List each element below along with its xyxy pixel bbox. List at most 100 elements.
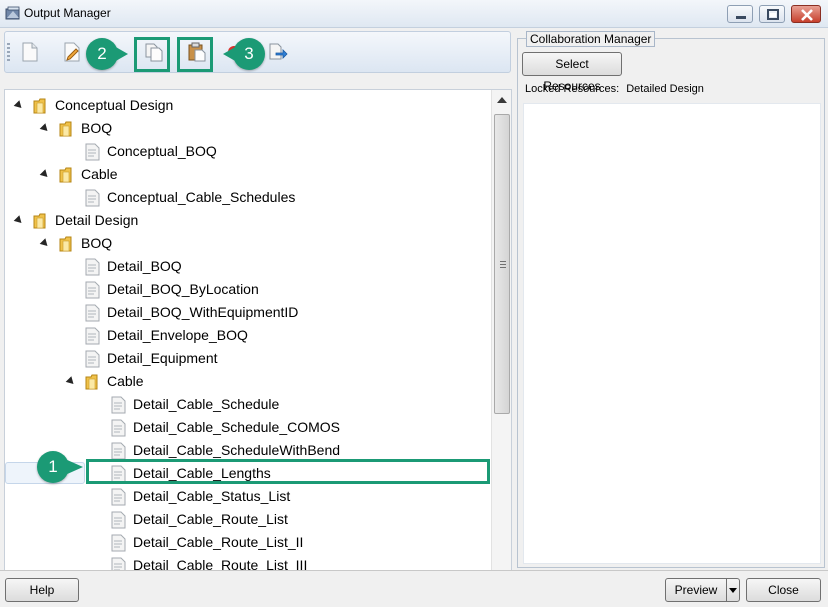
scroll-up-icon[interactable]: [497, 97, 507, 103]
toolbar-grip[interactable]: [7, 43, 10, 61]
tree-report-item[interactable]: Detail_Envelope_BOQ: [5, 324, 489, 347]
tree-report-item[interactable]: Detail_BOQ_WithEquipmentID: [5, 301, 489, 324]
locked-resources-list[interactable]: [523, 103, 821, 564]
close-window-button[interactable]: [791, 5, 821, 23]
tree-item-label: Conceptual_BOQ: [107, 143, 217, 159]
report-icon: [85, 350, 100, 368]
tree-folder-item[interactable]: BOQ: [5, 232, 489, 255]
report-icon: [111, 419, 126, 437]
tree-item-label: Detail_Cable_Schedule_COMOS: [133, 419, 340, 435]
report-icon: [85, 304, 100, 322]
folder-icon: [59, 236, 72, 252]
scrollbar-thumb[interactable]: [494, 114, 510, 414]
report-icon: [85, 258, 100, 276]
expand-arrow-icon[interactable]: [39, 123, 51, 134]
expand-arrow-icon[interactable]: [39, 238, 51, 249]
callout-pointer-icon: [223, 46, 237, 62]
locked-resources: Locked Resources: Detailed Design: [525, 83, 704, 95]
grip-icon: [500, 261, 506, 268]
expand-arrow-icon[interactable]: [65, 376, 77, 387]
tree-item-label: Conceptual_Cable_Schedules: [107, 189, 296, 205]
app-icon: [5, 6, 21, 22]
tree-folder-item[interactable]: Cable: [5, 163, 489, 186]
tree-folder-item[interactable]: Detail Design: [5, 209, 489, 232]
callout-pointer-icon: [114, 46, 128, 62]
expand-arrow-icon[interactable]: [39, 169, 51, 180]
report-icon: [85, 143, 100, 161]
tree-item-label: BOQ: [81, 235, 113, 251]
tree-report-item[interactable]: Conceptual_BOQ: [5, 140, 489, 163]
report-icon: [85, 189, 100, 207]
new-document-icon: [22, 42, 38, 62]
window-client: Conceptual Design BOQ Conceptual_BOQ Cable C…: [0, 28, 828, 607]
tree-folder-item[interactable]: BOQ: [5, 117, 489, 140]
tree-item-label: Detail_Cable_Route_List_II: [133, 534, 304, 550]
minimize-button[interactable]: [727, 5, 753, 23]
report-icon: [111, 511, 126, 529]
report-icon: [111, 534, 126, 552]
tree-item-label: Detail_BOQ_ByLocation: [107, 281, 259, 297]
report-icon: [111, 396, 126, 414]
new-button[interactable]: [17, 39, 43, 65]
folder-icon: [33, 213, 46, 229]
edit-document-icon: [64, 42, 80, 62]
folder-icon: [33, 98, 46, 114]
expand-arrow-icon[interactable]: [13, 215, 25, 226]
export-icon: [269, 43, 288, 60]
tree-report-item[interactable]: Detail_Cable_Route_List: [5, 508, 489, 531]
tree-scrollbar[interactable]: [491, 90, 511, 592]
callout-2: 2: [86, 38, 128, 70]
preview-button[interactable]: Preview: [665, 578, 727, 602]
minimize-icon: [736, 16, 746, 19]
tree-item-label: Detail_Cable_Schedule: [133, 396, 280, 412]
maximize-icon: [767, 9, 779, 20]
callout-pointer-icon: [65, 459, 83, 475]
tree-item-label: Detail Design: [55, 212, 139, 228]
tree-report-item[interactable]: Detail_Cable_Route_List_II: [5, 531, 489, 554]
preview-dropdown-button[interactable]: [726, 578, 740, 602]
tree-item-label: Detail_BOQ: [107, 258, 182, 274]
collaboration-manager-title: Collaboration Manager: [526, 31, 656, 47]
output-tree[interactable]: Conceptual Design BOQ Conceptual_BOQ Cable C…: [4, 89, 512, 593]
tree-report-item[interactable]: Detail_Cable_Schedule: [5, 393, 489, 416]
close-icon: [801, 9, 813, 21]
title-bar[interactable]: Output Manager: [0, 0, 828, 28]
edit-button[interactable]: [59, 39, 85, 65]
tree-report-item[interactable]: Conceptual_Cable_Schedules: [5, 186, 489, 209]
tree-item-label: Detail_Equipment: [107, 350, 218, 366]
tree-report-item[interactable]: Detail_BOQ_ByLocation: [5, 278, 489, 301]
report-icon: [85, 281, 100, 299]
chevron-down-icon: [729, 588, 737, 593]
select-resources-button[interactable]: Select Resources: [522, 52, 622, 93]
tree-report-item[interactable]: Detail_Cable_Schedule_COMOS: [5, 416, 489, 439]
callout-number: 2: [97, 44, 107, 63]
tree-item-label: Detail_Cable_Status_List: [133, 488, 291, 504]
tree-report-item[interactable]: Detail_Equipment: [5, 347, 489, 370]
paste-button-highlight: [177, 37, 213, 72]
expand-arrow-icon[interactable]: [13, 100, 25, 111]
tree-item-label: Detail_Cable_Route_List: [133, 511, 288, 527]
export-button[interactable]: [265, 39, 291, 65]
tree-report-item[interactable]: Detail_BOQ: [5, 255, 489, 278]
callout-number: 1: [48, 457, 58, 476]
window-title: Output Manager: [24, 6, 111, 20]
callout-1: 1: [37, 451, 83, 483]
bottom-bar: Help Preview Close: [0, 570, 828, 607]
maximize-button[interactable]: [759, 5, 785, 23]
folder-icon: [59, 121, 72, 137]
report-icon: [111, 442, 126, 460]
close-button[interactable]: Close: [746, 578, 821, 602]
report-icon: [111, 488, 126, 506]
tree-item-label: Detail_Envelope_BOQ: [107, 327, 248, 343]
tree-folder-item[interactable]: Cable: [5, 370, 489, 393]
help-button[interactable]: Help: [5, 578, 79, 602]
tree-report-item[interactable]: Detail_Cable_Status_List: [5, 485, 489, 508]
callout-number: 3: [244, 44, 254, 63]
tree-item-label: Detail_BOQ_WithEquipmentID: [107, 304, 299, 320]
tree-item-label: Cable: [81, 166, 118, 182]
selected-row-highlight: [86, 459, 490, 484]
tree-item-label: Conceptual Design: [55, 97, 174, 113]
tree-folder-item[interactable]: Conceptual Design: [5, 94, 489, 117]
locked-resources-value: Detailed Design: [626, 83, 704, 95]
collaboration-manager-group: Collaboration Manager Select Resources L…: [517, 31, 825, 568]
